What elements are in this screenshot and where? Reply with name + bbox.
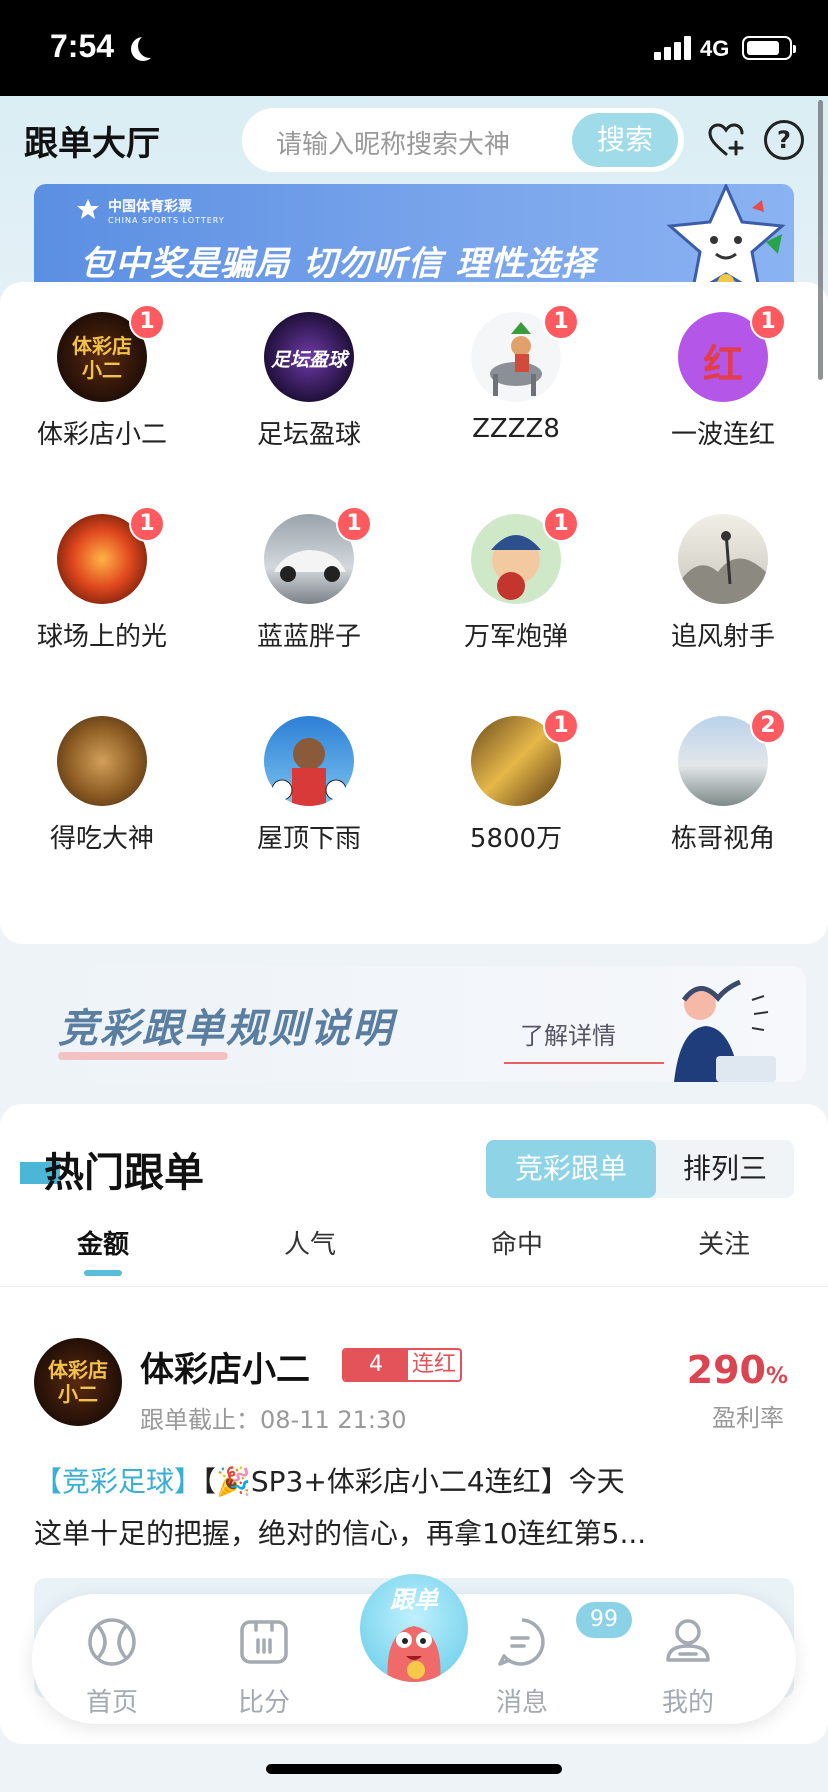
- unread-badge: 1: [750, 304, 786, 340]
- divider: [0, 1286, 828, 1287]
- tab-following[interactable]: 关注: [664, 1224, 784, 1261]
- expert-name: 栋哥视角: [670, 824, 775, 854]
- search-placeholder: 请输入昵称搜索大神: [276, 130, 511, 160]
- expert-name: ZZZZ8: [472, 414, 560, 444]
- avatar: 足坛盈球: [264, 312, 354, 402]
- page-title: 跟单大厅: [24, 124, 160, 164]
- expert-item[interactable]: 得吃大神: [12, 686, 192, 856]
- scoreboard-icon: [240, 1620, 288, 1664]
- home-indicator[interactable]: [266, 1764, 562, 1774]
- tab-score[interactable]: 比分: [204, 1594, 324, 1724]
- avatar: [264, 716, 354, 806]
- tab-mine[interactable]: 我的: [628, 1594, 748, 1724]
- banner-text: 包中奖是骗局 切勿听信 理性选择: [80, 244, 596, 284]
- rules-banner[interactable]: 竞彩跟单规则说明 了解详情: [22, 966, 806, 1082]
- tab-home[interactable]: 首页: [52, 1594, 172, 1724]
- expert-item[interactable]: 屋顶下雨: [219, 686, 399, 856]
- unread-badge: 1: [129, 506, 165, 542]
- scroll-indicator[interactable]: [818, 100, 823, 380]
- cellular-signal-icon: [654, 36, 692, 60]
- unread-badge: 2: [750, 708, 786, 744]
- user-icon: [666, 1619, 710, 1662]
- unread-badge: 1: [336, 506, 372, 542]
- expert-name: 得吃大神: [49, 824, 154, 854]
- section-title: 热门跟单: [44, 1150, 204, 1196]
- expert-name: 足坛盈球: [256, 420, 361, 450]
- link-underline: [504, 1062, 664, 1064]
- status-time: 7:54: [50, 28, 115, 64]
- character-illustration-icon: [674, 979, 776, 1082]
- ball-icon: [88, 1618, 136, 1666]
- unread-badge: 1: [543, 506, 579, 542]
- segment-jingcai[interactable]: 竞彩跟单: [486, 1140, 656, 1198]
- expert-name: 蓝蓝胖子: [256, 622, 361, 652]
- unread-badge: 1: [543, 708, 579, 744]
- active-tab-indicator: [84, 1270, 122, 1276]
- expert-item[interactable]: 1 5800万: [426, 686, 606, 856]
- expert-item[interactable]: 足坛盈球 足坛盈球: [219, 282, 399, 452]
- tab-follow-center[interactable]: 跟单: [360, 1574, 468, 1682]
- post-category-tag: 【竞彩足球】: [34, 1465, 203, 1498]
- expert-name: 追风射手: [670, 622, 775, 652]
- learn-more-link[interactable]: 了解详情: [520, 1016, 616, 1051]
- bottom-tab-bar: 首页 比分 跟单 消息 99 我的: [32, 1574, 796, 1724]
- battery-icon: [742, 36, 796, 60]
- tab-amount[interactable]: 金额: [43, 1224, 163, 1261]
- expert-name: 球场上的光: [36, 622, 167, 652]
- post-author-name: 体彩店小二: [140, 1350, 310, 1390]
- help-icon[interactable]: ?: [764, 120, 804, 160]
- follow-heart-icon[interactable]: [706, 120, 746, 160]
- expert-item[interactable]: 1 ZZZZ8: [426, 282, 606, 452]
- expert-grid: 体彩店 小二 1 体彩店小二 足坛盈球 足坛盈球 1 ZZZZ8 红 1 一波连红…: [0, 282, 828, 944]
- expert-item[interactable]: 1 万军炮弹: [426, 484, 606, 654]
- banner-logo-text: 中国体育彩票 CHINA SPORTS LOTTERY: [108, 199, 225, 225]
- status-bar: 7:54 4G: [0, 0, 828, 96]
- unread-badge: 1: [129, 304, 165, 340]
- avatar: [57, 716, 147, 806]
- network-type: 4G: [700, 36, 730, 61]
- avatar: [678, 514, 768, 604]
- search-button[interactable]: 搜索: [572, 113, 678, 167]
- avatar: 体彩店 小二: [34, 1338, 122, 1426]
- expert-item[interactable]: 体彩店 小二 1 体彩店小二: [12, 282, 192, 452]
- tab-messages[interactable]: 消息: [462, 1594, 582, 1724]
- message-icon: [498, 1618, 545, 1666]
- post-deadline: 跟单截止：08-11 21:30: [140, 1406, 407, 1434]
- expert-item[interactable]: 1 球场上的光: [12, 484, 192, 654]
- streak-badge: 4 连红: [342, 1348, 462, 1382]
- tab-popularity[interactable]: 人气: [250, 1224, 370, 1261]
- expert-name: 万军炮弹: [463, 622, 568, 652]
- expert-name: 5800万: [469, 824, 563, 854]
- post-content: 【竞彩足球】【🎉SP3+体彩店小二4连红】今天 这单十足的把握，绝对的信心，再拿…: [34, 1465, 647, 1550]
- do-not-disturb-moon-icon: [138, 34, 162, 58]
- rules-banner-title: 竞彩跟单规则说明: [58, 1006, 394, 1052]
- messages-count-badge: 99: [576, 1602, 632, 1638]
- expert-item[interactable]: 2 栋哥视角: [633, 686, 813, 856]
- tab-hit-rate[interactable]: 命中: [457, 1224, 577, 1261]
- sports-lottery-logo-icon: [77, 199, 99, 219]
- expert-item[interactable]: 追风射手: [633, 484, 813, 654]
- type-segmented-control: 竞彩跟单 排列三: [486, 1140, 794, 1198]
- profit-rate-label: 盈利率: [712, 1404, 784, 1432]
- unread-badge: 1: [543, 304, 579, 340]
- expert-name: 屋顶下雨: [256, 824, 361, 854]
- expert-item[interactable]: 红 1 一波连红: [633, 282, 813, 452]
- expert-name: 一波连红: [670, 420, 775, 450]
- search-input[interactable]: 请输入昵称搜索大神 搜索: [242, 108, 684, 172]
- expert-name: 体彩店小二: [36, 420, 167, 450]
- expert-item[interactable]: 1 蓝蓝胖子: [219, 484, 399, 654]
- profit-rate: 290%: [686, 1348, 788, 1392]
- segment-pailie3[interactable]: 排列三: [656, 1140, 794, 1198]
